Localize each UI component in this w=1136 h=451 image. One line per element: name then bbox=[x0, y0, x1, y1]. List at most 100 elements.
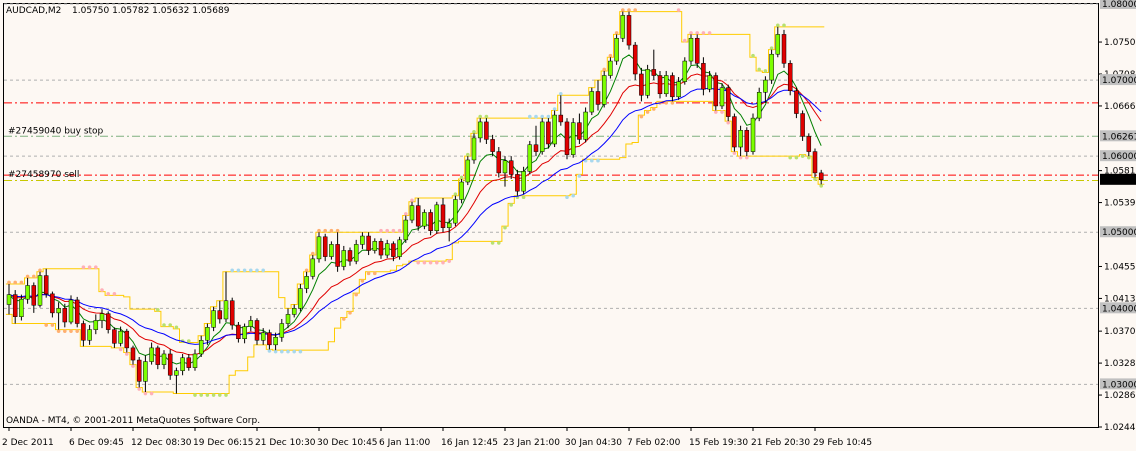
indicator-dot bbox=[559, 91, 563, 96]
candle-body bbox=[174, 370, 179, 376]
indicator-dot bbox=[714, 110, 718, 114]
candle bbox=[614, 34, 619, 65]
indicator-dot bbox=[75, 329, 79, 333]
indicator-dot bbox=[63, 329, 67, 333]
candle-body bbox=[608, 60, 613, 76]
candle-body bbox=[167, 353, 173, 376]
candle-body bbox=[236, 324, 241, 339]
indicator-dot bbox=[503, 225, 507, 230]
candle bbox=[732, 113, 737, 152]
candle-body bbox=[781, 34, 787, 64]
candle-body bbox=[769, 53, 774, 81]
candle-body bbox=[533, 144, 539, 152]
candle-body bbox=[738, 130, 743, 148]
candle-body bbox=[651, 69, 657, 76]
candle bbox=[645, 64, 650, 99]
order-label: #27459040 buy stop bbox=[8, 126, 104, 136]
candle bbox=[167, 349, 173, 380]
candle bbox=[459, 178, 464, 204]
indicator-dot bbox=[224, 393, 228, 397]
indicator-dot bbox=[472, 130, 476, 134]
indicator-dot bbox=[614, 31, 619, 35]
candle-body bbox=[341, 250, 347, 267]
indicator-dot bbox=[19, 280, 24, 285]
candle bbox=[682, 57, 688, 85]
indicator-dot bbox=[466, 152, 470, 157]
candle-body bbox=[626, 15, 632, 46]
indicator-dot bbox=[633, 8, 637, 12]
indicator-dot bbox=[156, 308, 160, 312]
indicator-dot bbox=[571, 193, 575, 198]
x-tick-label: 29 Feb 10:45 bbox=[813, 438, 872, 448]
candle-body bbox=[415, 205, 421, 227]
candle-body bbox=[50, 293, 55, 314]
indicator-dot bbox=[422, 260, 427, 265]
candle-body bbox=[806, 136, 812, 152]
candle-body bbox=[130, 347, 136, 361]
indicator-dot bbox=[168, 323, 172, 327]
indicator-dot bbox=[292, 349, 297, 354]
candle-body bbox=[310, 258, 316, 277]
indicator-dot bbox=[249, 268, 253, 273]
candle-body bbox=[366, 235, 371, 251]
indicator-dot bbox=[459, 175, 464, 180]
indicator-dot bbox=[69, 329, 73, 333]
indicator-dot bbox=[87, 265, 92, 270]
indicator-dot bbox=[404, 212, 408, 216]
candle-body bbox=[657, 75, 663, 95]
x-tick-label: 6 Jan 11:00 bbox=[379, 438, 431, 448]
x-tick-label: 23 Jan 21:00 bbox=[503, 438, 560, 448]
y-tick-label: 1.03280 bbox=[1104, 359, 1136, 369]
price-chart[interactable]: #27459040 buy stop #27458970 sell 1.07500… bbox=[0, 0, 1136, 451]
candle-body bbox=[192, 353, 198, 368]
indicator-dot bbox=[441, 260, 445, 265]
indicator-dot bbox=[447, 259, 452, 263]
indicator-dot bbox=[652, 107, 656, 111]
candle bbox=[74, 296, 80, 328]
candle bbox=[694, 34, 700, 68]
indicator-dot bbox=[813, 177, 817, 181]
candle-body bbox=[273, 336, 278, 346]
candle bbox=[800, 110, 805, 141]
candle-body bbox=[43, 275, 49, 295]
indicator-dot bbox=[385, 228, 390, 233]
indicator-dot bbox=[776, 23, 780, 28]
candle-body bbox=[149, 347, 154, 362]
candle-body bbox=[670, 75, 675, 98]
candle-body bbox=[428, 212, 433, 231]
copyright-text: OANDA - MT4, © 2001-2011 MetaQuotes Soft… bbox=[6, 416, 260, 426]
candle-body bbox=[254, 320, 260, 341]
x-tick-label: 21 Feb 20:30 bbox=[751, 438, 810, 448]
candle bbox=[626, 11, 632, 50]
candle bbox=[756, 87, 762, 122]
indicator-dot bbox=[137, 387, 141, 391]
candle-body bbox=[694, 37, 700, 64]
indicator-dot bbox=[7, 280, 11, 285]
indicator-dot bbox=[769, 46, 774, 50]
candle-body bbox=[818, 172, 824, 180]
indicator-dot bbox=[528, 114, 532, 119]
candle bbox=[310, 255, 316, 280]
candle-body bbox=[74, 299, 80, 324]
indicator-dot bbox=[565, 195, 569, 200]
indicator-dot bbox=[645, 110, 650, 114]
y-tick-label: 1.03700 bbox=[1104, 327, 1136, 337]
indicator-dot bbox=[490, 241, 495, 245]
candle-body bbox=[347, 250, 353, 262]
candle-body bbox=[477, 121, 483, 139]
candle-body bbox=[161, 353, 167, 365]
candle-body bbox=[353, 244, 359, 262]
candle-body bbox=[124, 330, 130, 349]
indicator-dot bbox=[255, 268, 259, 273]
candle-body bbox=[490, 139, 495, 152]
candle-body bbox=[552, 114, 557, 145]
candle bbox=[316, 232, 322, 263]
candle-body bbox=[564, 121, 570, 155]
y-tick-label: 1.02440 bbox=[1104, 423, 1136, 433]
candle-body bbox=[81, 323, 86, 341]
candle-body bbox=[12, 294, 18, 317]
indicator-dot bbox=[311, 251, 315, 256]
candle-body bbox=[707, 75, 712, 90]
indicator-dot bbox=[360, 279, 365, 283]
candle-body bbox=[527, 144, 533, 172]
